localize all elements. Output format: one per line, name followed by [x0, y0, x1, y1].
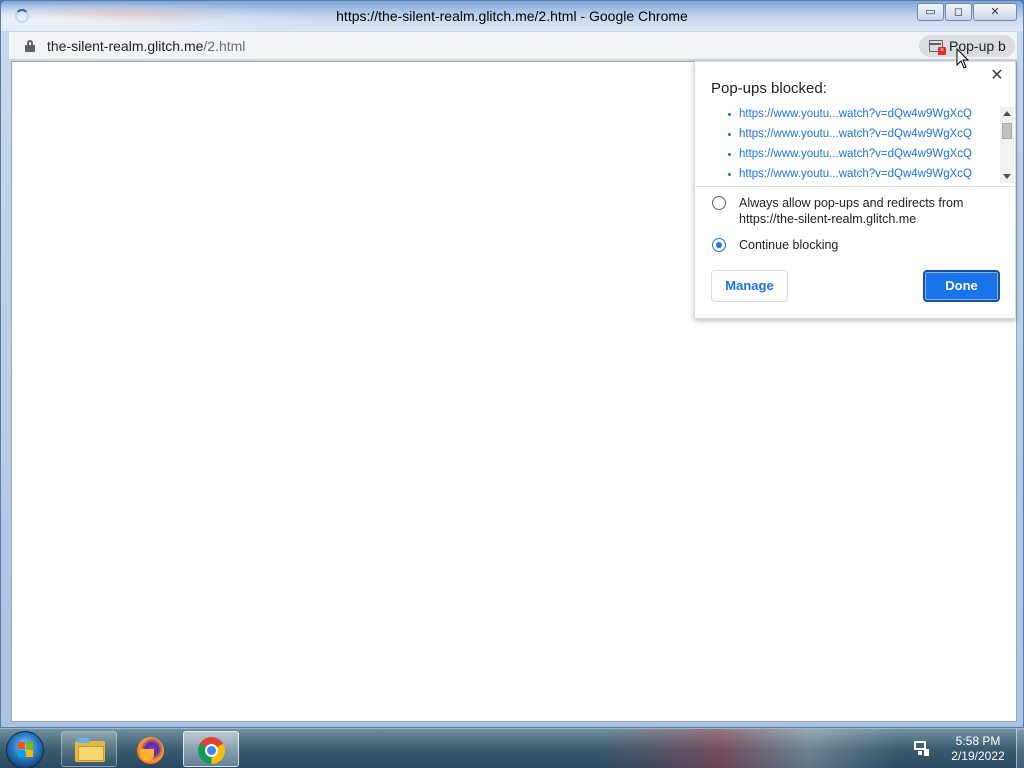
blocked-popup-link[interactable]: https://www.youtu...watch?v=dQw4w9WgXcQ	[695, 124, 1015, 144]
network-icon[interactable]	[914, 741, 930, 757]
clock-time: 5:58 PM	[955, 734, 1001, 748]
lock-icon[interactable]	[25, 40, 35, 52]
block-option-label: Continue blocking	[739, 238, 839, 252]
restore-button[interactable]: ◻	[945, 3, 972, 21]
scroll-down-arrow-icon[interactable]	[1003, 174, 1011, 179]
minimize-icon: ▭	[925, 6, 936, 18]
window-title: https://the-silent-realm.glitch.me/2.htm…	[336, 8, 688, 24]
taskbar-explorer-button[interactable]	[61, 731, 117, 767]
folder-icon	[75, 738, 105, 762]
url-host: the-silent-realm.glitch.me	[47, 38, 204, 54]
allow-popups-option[interactable]: Always allow pop-ups and redirects from …	[711, 195, 1001, 227]
taskbar-firefox-button[interactable]	[122, 731, 178, 767]
blocked-popup-list: https://www.youtu...watch?v=dQw4w9WgXcQ …	[695, 104, 1015, 184]
window-controls: ▭ ◻ ✕	[916, 3, 1017, 21]
blocked-popup-link[interactable]: https://www.youtu...watch?v=dQw4w9WgXcQ	[695, 144, 1015, 164]
start-button[interactable]	[6, 731, 44, 768]
bubble-divider	[695, 186, 1015, 187]
url-path: /2.html	[203, 38, 246, 54]
manage-button[interactable]: Manage	[711, 270, 788, 302]
blocked-popup-link[interactable]: https://www.youtu...watch?v=dQw4w9WgXcQ	[695, 164, 1015, 184]
taskbar: 5:58 PM 2/19/2022	[0, 728, 1024, 768]
bubble-title: Pop-ups blocked:	[711, 80, 827, 97]
link-list-scrollbar[interactable]	[1000, 107, 1014, 183]
show-desktop-button[interactable]	[1016, 729, 1024, 768]
close-button[interactable]: ✕	[973, 3, 1017, 21]
chrome-icon	[198, 737, 225, 764]
block-radio[interactable]	[712, 238, 726, 252]
restore-icon: ◻	[953, 6, 964, 18]
close-icon: ✕	[990, 6, 1000, 18]
firefox-icon	[137, 737, 164, 764]
popup-blocked-bubble: Pop-ups blocked: ✕ https://www.youtu...w…	[694, 61, 1016, 319]
address-bar[interactable]: the-silent-realm.glitch.me/2.html × Pop-…	[9, 32, 1017, 60]
done-button[interactable]: Done	[923, 270, 1000, 302]
popup-blocked-icon: ×	[929, 40, 946, 55]
bubble-close-icon[interactable]: ✕	[989, 68, 1005, 84]
blocked-popup-link[interactable]: https://www.youtu...watch?v=dQw4w9WgXcQ	[695, 104, 1015, 124]
minimize-button[interactable]: ▭	[917, 3, 944, 21]
taskbar-chrome-button[interactable]	[183, 731, 239, 767]
allow-radio[interactable]	[712, 196, 726, 210]
url-text[interactable]: the-silent-realm.glitch.me/2.html	[47, 38, 245, 54]
scroll-up-arrow-icon[interactable]	[1003, 111, 1011, 116]
allow-option-label: Always allow pop-ups and redirects from …	[739, 196, 964, 226]
scrollbar-thumb[interactable]	[1002, 123, 1012, 139]
title-bar[interactable]: https://the-silent-realm.glitch.me/2.htm…	[1, 1, 1023, 31]
clock-date: 2/19/2022	[951, 749, 1005, 763]
windows-logo-icon	[18, 742, 34, 758]
continue-blocking-option[interactable]: Continue blocking	[711, 237, 1001, 253]
taskbar-wallpaper-tint	[600, 729, 900, 768]
system-clock[interactable]: 5:58 PM 2/19/2022	[940, 734, 1016, 764]
